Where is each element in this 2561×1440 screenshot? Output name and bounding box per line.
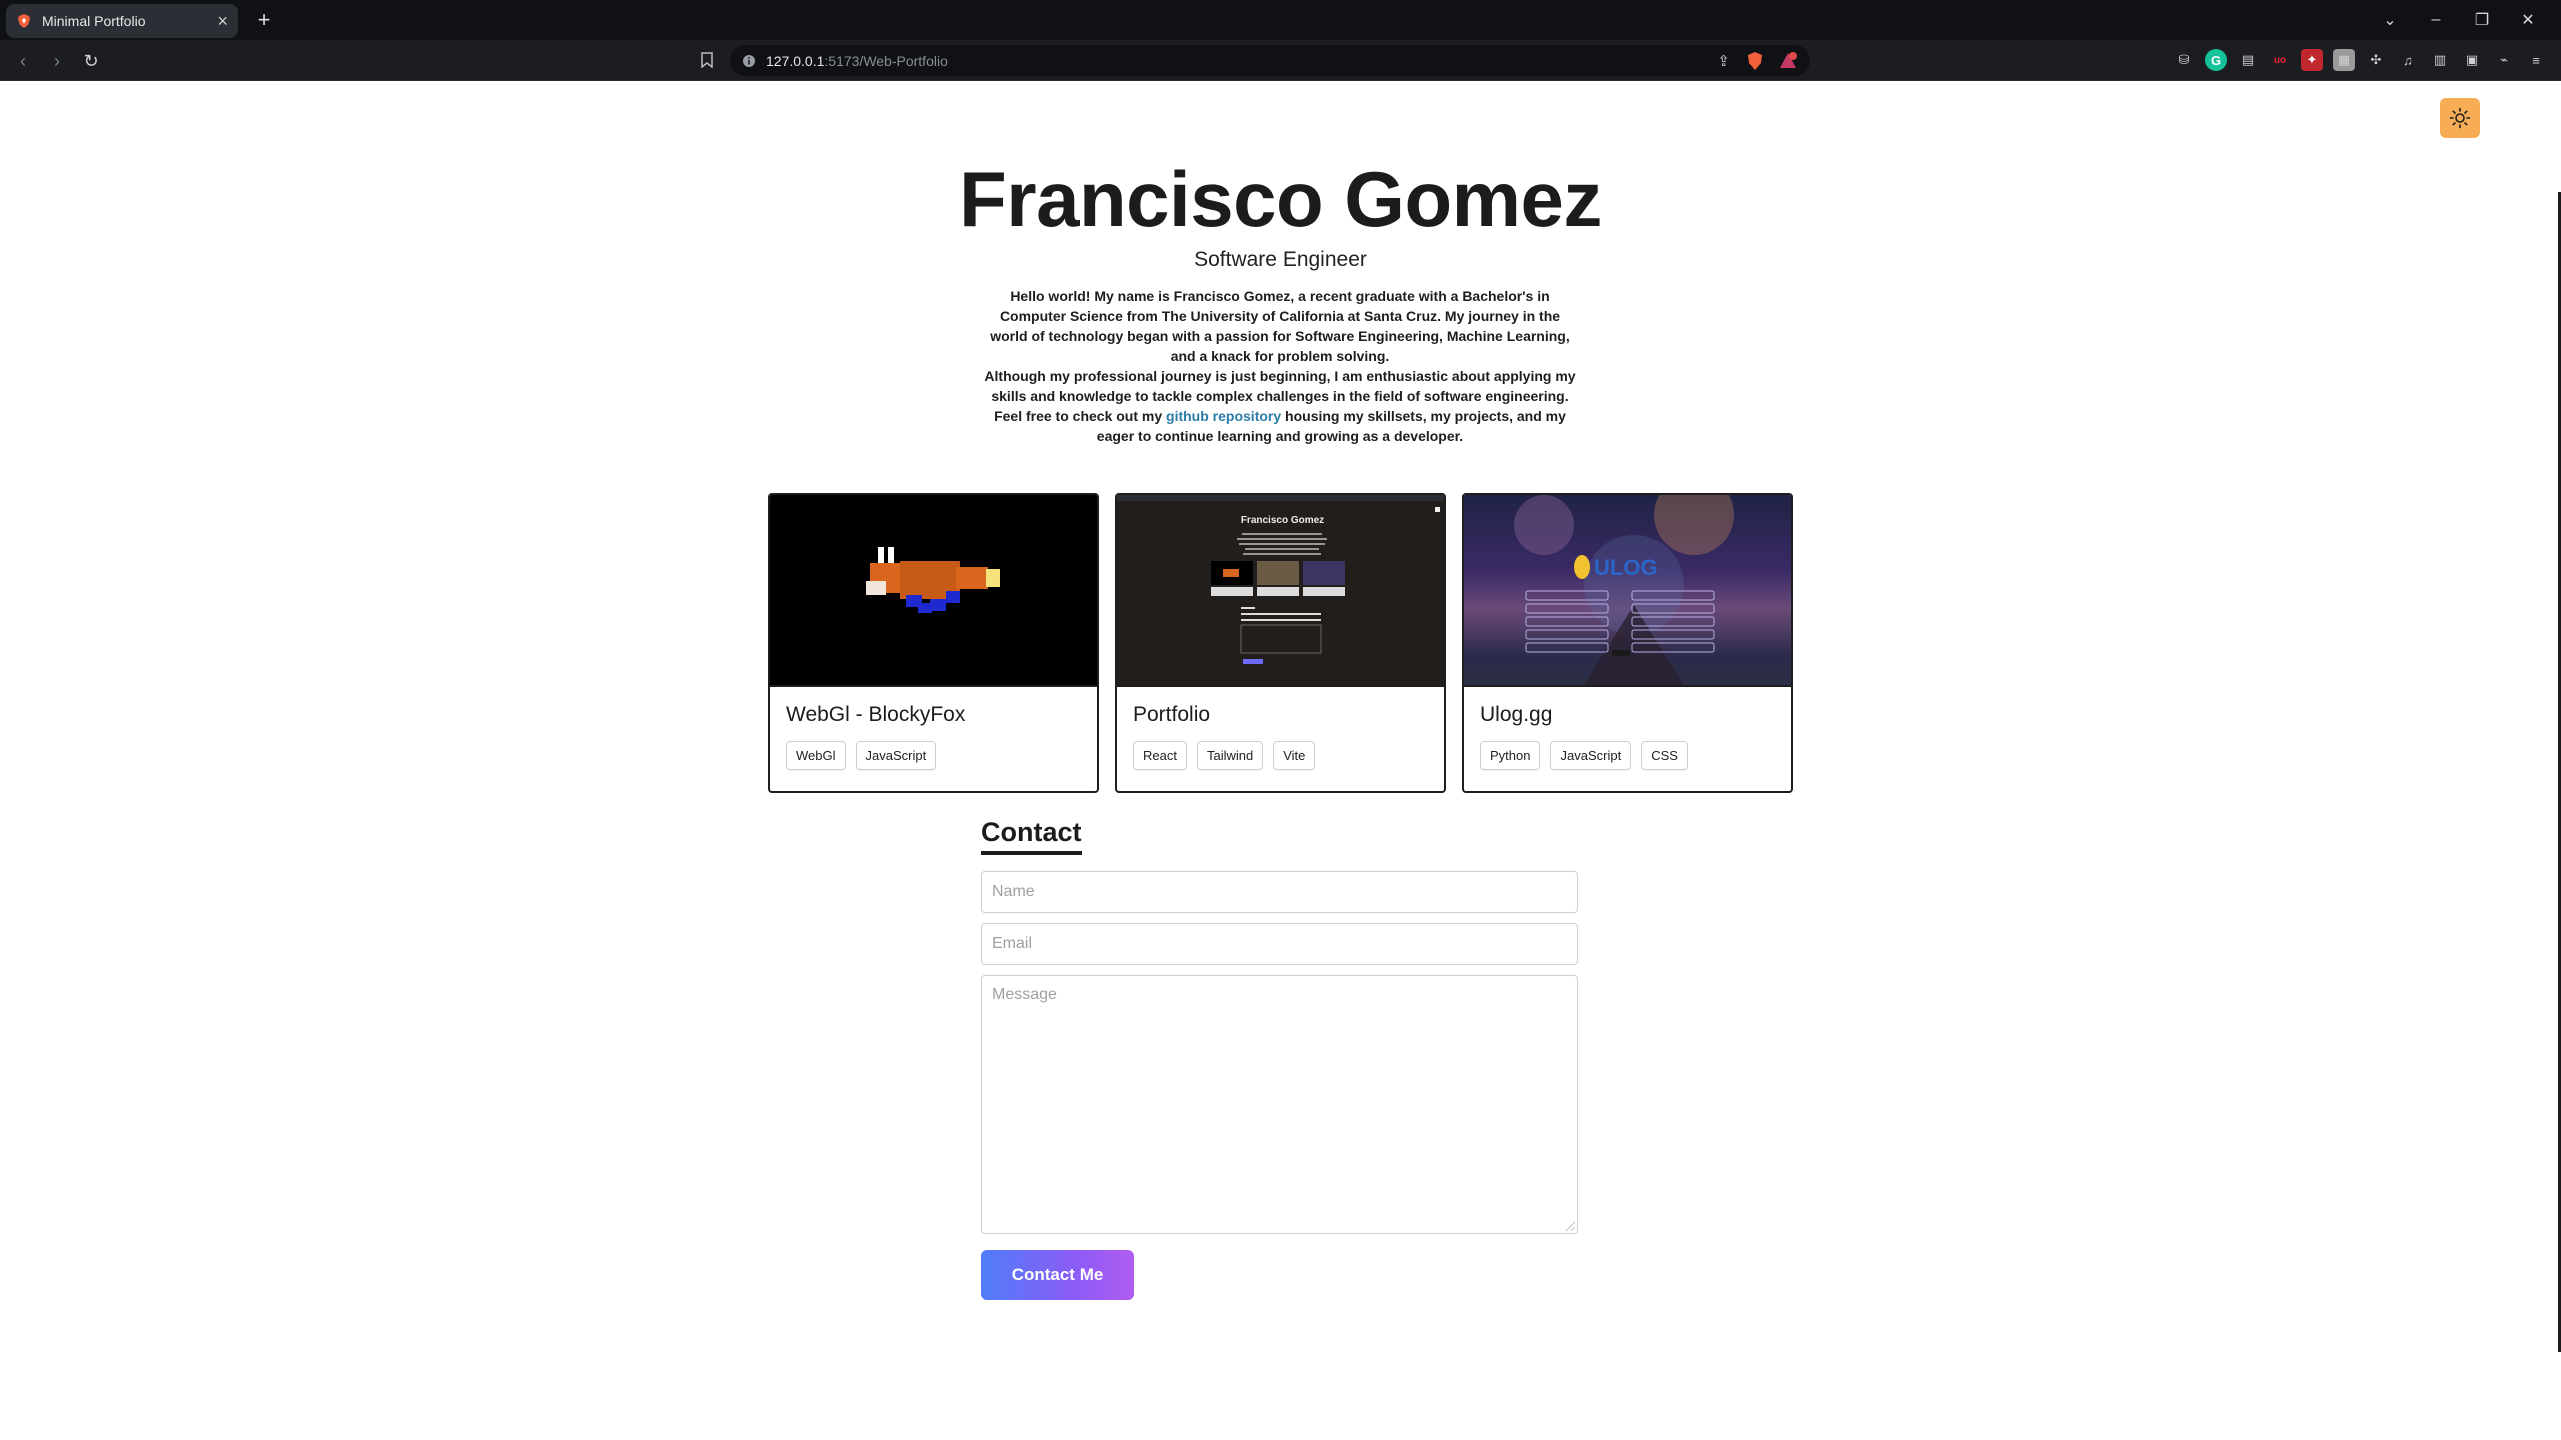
bio-paragraph: Hello world! My name is Francisco Gomez,… bbox=[980, 286, 1580, 446]
tag-badge: JavaScript bbox=[1550, 741, 1632, 770]
share-icon[interactable]: ⇪ bbox=[1717, 52, 1730, 70]
tab-title: Minimal Portfolio bbox=[42, 13, 146, 29]
project-title: Ulog.gg bbox=[1480, 703, 1553, 726]
address-bar[interactable]: 127.0.0.1:5173/Web-Portfolio ⇪ bbox=[730, 45, 1810, 76]
project-tags: Python JavaScript CSS bbox=[1480, 741, 1791, 770]
tag-badge: JavaScript bbox=[855, 741, 937, 770]
resize-handle-icon[interactable] bbox=[1565, 1221, 1575, 1231]
project-card[interactable]: Francisco Gomez Portfolio React Tailwind… bbox=[1115, 493, 1446, 793]
tab-close-icon[interactable]: × bbox=[217, 12, 228, 30]
vpn-icon[interactable]: ⌁ bbox=[2493, 49, 2515, 71]
name-input[interactable]: Name bbox=[981, 871, 1578, 913]
email-input[interactable]: Email bbox=[981, 923, 1578, 965]
message-placeholder: Message bbox=[992, 986, 1057, 1003]
browser-tab[interactable]: Minimal Portfolio × bbox=[6, 4, 238, 38]
project-title: WebGl - BlockyFox bbox=[786, 703, 966, 726]
tag-badge: Python bbox=[1480, 741, 1541, 770]
browser-toolbar: ‹ › ↻ 127.0.0.1:5173/Web-Portfolio ⇪ ⛁ G… bbox=[0, 40, 2561, 81]
project-tags: WebGl JavaScript bbox=[786, 741, 1097, 770]
media-icon[interactable]: ♫ bbox=[2397, 49, 2419, 71]
brave-shields-icon[interactable] bbox=[1746, 51, 1764, 71]
tag-badge: CSS bbox=[1641, 741, 1688, 770]
new-tab-button[interactable]: + bbox=[250, 6, 278, 34]
site-info-icon[interactable] bbox=[742, 54, 756, 68]
minimize-icon[interactable]: – bbox=[2413, 11, 2459, 29]
bookmark-icon[interactable] bbox=[700, 52, 714, 68]
project-title: Portfolio bbox=[1133, 703, 1211, 726]
reload-icon[interactable]: ↻ bbox=[78, 48, 104, 74]
tag-badge: Vite bbox=[1273, 741, 1316, 770]
wallet-icon[interactable]: ▣ bbox=[2461, 49, 2483, 71]
project-tags: React Tailwind Vite bbox=[1133, 741, 1444, 770]
url-text: 127.0.0.1:5173/Web-Portfolio bbox=[766, 52, 948, 69]
brave-rewards-icon[interactable] bbox=[1778, 51, 1798, 71]
project-card[interactable]: ULOG Ulog.gg Python JavaScript CSS bbox=[1462, 493, 1793, 793]
tag-badge: Tailwind bbox=[1196, 741, 1264, 770]
subtitle-role: Software Engineer bbox=[1194, 248, 1367, 271]
doc-extension-icon[interactable]: ▦ bbox=[2333, 49, 2355, 71]
extensions-row: ⛁ G ▤ uo ✦ ▦ ✣ ♫ ▥ ▣ ⌁ ≡ bbox=[2173, 49, 2547, 71]
wallet-extension-icon[interactable]: ▤ bbox=[2237, 49, 2259, 71]
project-cards: WebGl - BlockyFox WebGl JavaScript Franc… bbox=[768, 493, 1793, 793]
blocky-fox-illustration bbox=[866, 547, 1000, 613]
theme-toggle-button[interactable] bbox=[2440, 98, 2480, 138]
github-repository-link[interactable]: github repository bbox=[1166, 408, 1281, 424]
tab-list-chevron-icon[interactable]: ⌄ bbox=[2367, 10, 2413, 30]
window-controls: ⌄ – ❐ ✕ bbox=[2367, 0, 2551, 40]
svg-text:ULOG: ULOG bbox=[1594, 555, 1658, 580]
page-title: Francisco Gomez bbox=[959, 155, 1602, 243]
tag-badge: WebGl bbox=[786, 741, 846, 770]
menu-icon[interactable]: ≡ bbox=[2525, 49, 2547, 71]
incognito-extension-icon[interactable]: ⛁ bbox=[2173, 49, 2195, 71]
project-card[interactable]: WebGl - BlockyFox WebGl JavaScript bbox=[768, 493, 1099, 793]
browser-tab-bar: Minimal Portfolio × + ⌄ – ❐ ✕ bbox=[0, 0, 2561, 40]
ulog-preview-image: ULOG bbox=[1464, 495, 1791, 687]
red-extension-icon[interactable]: ✦ bbox=[2301, 49, 2323, 71]
back-icon[interactable]: ‹ bbox=[10, 48, 36, 74]
ulog-screenshot-illustration: ULOG bbox=[1514, 495, 1734, 685]
brave-favicon-icon bbox=[18, 14, 30, 28]
contact-me-button[interactable]: Contact Me bbox=[981, 1250, 1134, 1300]
forward-icon[interactable]: › bbox=[44, 48, 70, 74]
restore-icon[interactable]: ❐ bbox=[2459, 10, 2505, 30]
portfolio-screenshot-illustration bbox=[1211, 507, 1440, 664]
portfolio-preview-image: Francisco Gomez bbox=[1117, 495, 1444, 687]
sun-icon bbox=[2449, 107, 2471, 129]
blockyfox-preview-image bbox=[770, 495, 1097, 687]
puzzle-extensions-icon[interactable]: ✣ bbox=[2365, 49, 2387, 71]
grammarly-extension-icon[interactable]: G bbox=[2205, 49, 2227, 71]
message-textarea[interactable]: Message bbox=[981, 975, 1578, 1234]
contact-heading: Contact bbox=[981, 817, 1082, 855]
page: Francisco Gomez Software Engineer Hello … bbox=[0, 82, 2561, 1438]
bio-text-1: Hello world! My name is Francisco Gomez,… bbox=[990, 288, 1570, 364]
ublock-extension-icon[interactable]: uo bbox=[2269, 49, 2291, 71]
bio-text-2: Although my professional journey is just… bbox=[984, 368, 1576, 444]
close-window-icon[interactable]: ✕ bbox=[2505, 10, 2551, 30]
tag-badge: React bbox=[1133, 741, 1187, 770]
sidebar-icon[interactable]: ▥ bbox=[2429, 49, 2451, 71]
